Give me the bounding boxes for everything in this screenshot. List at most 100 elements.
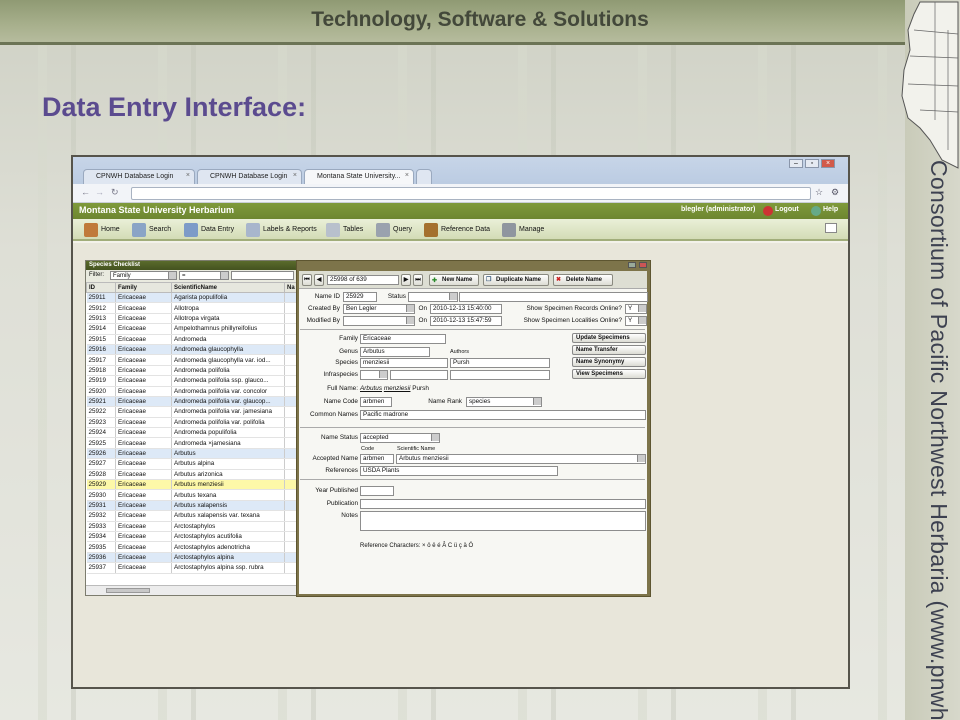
- table-row[interactable]: 25919 Ericaceae Andromeda polifolia ssp. g…: [86, 375, 297, 387]
- first-record-icon[interactable]: ⏮: [302, 274, 312, 286]
- show-localities-select[interactable]: Y: [625, 316, 647, 326]
- name-rank-select[interactable]: species: [466, 397, 542, 407]
- table-row[interactable]: 25918 Ericaceae Andromeda polifolia: [86, 365, 297, 377]
- table-row[interactable]: 25927 Ericaceae Arbutus alpina: [86, 458, 297, 470]
- browser-tab-active[interactable]: Montana State University... ×: [304, 169, 414, 184]
- name-code-input[interactable]: arbmen: [360, 397, 392, 407]
- close-icon[interactable]: [639, 262, 647, 268]
- species-input[interactable]: menziesii: [360, 358, 448, 368]
- table-row[interactable]: 25926 Ericaceae Arbutus: [86, 448, 297, 460]
- table-row[interactable]: 25922 Ericaceae Andromeda polifolia var. j…: [86, 406, 297, 418]
- species-author-input[interactable]: Pursh: [450, 358, 550, 368]
- name-synonymy-button[interactable]: Name Synonymy: [572, 357, 646, 367]
- status-select[interactable]: [408, 292, 458, 302]
- name-status-select[interactable]: accepted: [360, 433, 440, 443]
- column-header-family[interactable]: Family: [115, 282, 172, 293]
- toolbar-tables[interactable]: Tables: [325, 223, 363, 237]
- toolbar-manage[interactable]: Manage: [501, 223, 544, 237]
- toolbar-query[interactable]: Query: [375, 223, 412, 237]
- close-icon[interactable]: ×: [293, 172, 297, 179]
- publication-input[interactable]: [360, 499, 646, 509]
- table-row[interactable]: 25925 Ericaceae Andromeda ×jamesiana: [86, 437, 297, 449]
- monitor-icon[interactable]: [825, 223, 837, 233]
- references-input[interactable]: USDA Plants: [360, 466, 558, 476]
- column-header-na[interactable]: Na: [284, 282, 297, 293]
- accepted-name-select[interactable]: Arbutus menziesii: [396, 454, 646, 464]
- table-row[interactable]: 25915 Ericaceae Andromeda: [86, 334, 297, 345]
- address-input[interactable]: [131, 187, 811, 200]
- infraspecies-input[interactable]: [390, 370, 448, 380]
- status-notes-input[interactable]: [459, 292, 648, 302]
- table-row[interactable]: 25920 Ericaceae Andromeda polifolia var. c…: [86, 386, 297, 397]
- table-row[interactable]: 25931 Ericaceae Arbutus xalapensis: [86, 500, 297, 512]
- new-name-button[interactable]: ✚ New Name: [429, 274, 479, 286]
- previous-record-icon[interactable]: ◀: [314, 274, 324, 286]
- table-row[interactable]: 25916 Ericaceae Andromeda glaucophylla: [86, 344, 297, 356]
- modified-on-input[interactable]: 2010-12-13 15:47:59: [430, 316, 502, 326]
- infraspecies-rank-select[interactable]: [360, 370, 388, 380]
- name-transfer-button[interactable]: Name Transfer: [572, 345, 646, 355]
- view-specimens-button[interactable]: View Specimens: [572, 369, 646, 379]
- filter-value-input[interactable]: [231, 271, 294, 280]
- table-row[interactable]: 25928 Ericaceae Arbutus arizonica: [86, 469, 297, 481]
- table-row[interactable]: 25912 Ericaceae Allotropa: [86, 302, 297, 314]
- reload-icon[interactable]: ↻: [111, 187, 119, 198]
- column-header-scientific-name[interactable]: ScientificName: [171, 282, 285, 293]
- browser-tab[interactable]: CPNWH Database Login ×: [83, 169, 195, 184]
- table-row[interactable]: 25937 Ericaceae Arctostaphylos alpina ssp.…: [86, 562, 297, 574]
- table-row[interactable]: 25923 Ericaceae Andromeda polifolia var. p…: [86, 417, 297, 429]
- duplicate-name-button[interactable]: ❐ Duplicate Name: [483, 274, 549, 286]
- family-input[interactable]: Ericaceae: [360, 334, 446, 344]
- table-row[interactable]: 25914 Ericaceae Ampelothamnus phillyreifol…: [86, 323, 297, 335]
- update-specimens-button[interactable]: Update Specimens: [572, 333, 646, 343]
- toolbar-home[interactable]: Home: [83, 223, 120, 237]
- minimize-icon[interactable]: –: [789, 159, 803, 168]
- last-record-icon[interactable]: ⏭: [413, 274, 423, 286]
- back-icon[interactable]: ←: [81, 187, 90, 197]
- table-row[interactable]: 25917 Ericaceae Andromeda glaucophylla var…: [86, 354, 297, 366]
- table-row[interactable]: 25934 Ericaceae Arctostaphylos acutifolia: [86, 531, 297, 543]
- table-row[interactable]: 25930 Ericaceae Arbutus texana: [86, 489, 297, 501]
- table-row[interactable]: 25924 Ericaceae Andromeda populifolia: [86, 427, 297, 439]
- filter-field-select[interactable]: Family: [110, 271, 177, 280]
- close-window-icon[interactable]: ×: [821, 159, 835, 168]
- table-row[interactable]: 25913 Ericaceae Allotropa virgata: [86, 313, 297, 325]
- created-on-input[interactable]: 2010-12-13 15:40:00: [430, 304, 502, 314]
- new-tab-button[interactable]: [416, 169, 432, 184]
- record-counter[interactable]: 25998 of 639: [327, 275, 399, 285]
- table-row[interactable]: 25933 Ericaceae Arctostaphylos: [86, 521, 297, 533]
- filter-operator-select[interactable]: =: [179, 271, 229, 280]
- year-published-input[interactable]: [360, 486, 394, 496]
- table-row[interactable]: 25935 Ericaceae Arctostaphylos adenotricha: [86, 541, 297, 553]
- next-record-icon[interactable]: ▶: [401, 274, 411, 286]
- common-names-input[interactable]: Pacific madrone: [360, 410, 646, 420]
- show-records-select[interactable]: Y: [625, 304, 647, 314]
- checklist-horizontal-scrollbar[interactable]: [86, 585, 296, 595]
- wrench-icon[interactable]: ⚙: [831, 187, 839, 198]
- help-button[interactable]: Help: [811, 206, 838, 216]
- minimize-icon[interactable]: [628, 262, 636, 268]
- toolbar-labels-reports[interactable]: Labels & Reports: [245, 223, 317, 237]
- toolbar-reference-data[interactable]: Reference Data: [423, 223, 490, 237]
- close-icon[interactable]: ×: [186, 172, 190, 179]
- toolbar-search[interactable]: Search: [131, 223, 171, 237]
- created-by-select[interactable]: Ben Legler: [343, 304, 415, 314]
- accepted-code-input[interactable]: arbmen: [360, 454, 394, 464]
- genus-input[interactable]: Arbutus: [360, 347, 430, 357]
- column-header-id[interactable]: ID: [86, 282, 116, 293]
- table-row[interactable]: 25932 Ericaceae Arbutus xalapensis var. te…: [86, 510, 297, 522]
- close-icon[interactable]: ×: [405, 172, 409, 179]
- star-icon[interactable]: ☆: [815, 187, 823, 198]
- table-row[interactable]: 25911 Ericaceae Agarista populifolia: [86, 292, 297, 304]
- logout-button[interactable]: Logout: [763, 206, 799, 216]
- name-id-input[interactable]: 25929: [343, 292, 377, 302]
- delete-name-button[interactable]: ✖ Delete Name: [553, 274, 613, 286]
- notes-textarea[interactable]: [360, 511, 646, 531]
- scroll-thumb[interactable]: [106, 588, 150, 593]
- table-row[interactable]: 25936 Ericaceae Arctostaphylos alpina: [86, 552, 297, 564]
- infraspecies-author-input[interactable]: [450, 370, 550, 380]
- modified-by-select[interactable]: [343, 316, 415, 326]
- table-row[interactable]: 25921 Ericaceae Andromeda polifolia var. g…: [86, 396, 297, 408]
- table-row[interactable]: 25929 Ericaceae Arbutus menziesii: [86, 479, 297, 491]
- forward-icon[interactable]: →: [95, 187, 104, 197]
